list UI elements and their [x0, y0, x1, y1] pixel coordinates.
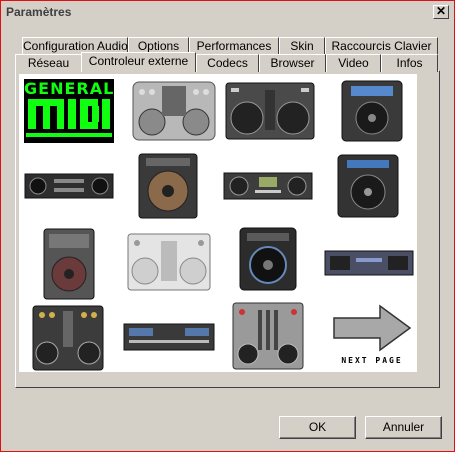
controller-6[interactable]: [223, 172, 313, 200]
tab-raccourcis-clavier[interactable]: Raccourcis Clavier: [325, 37, 438, 55]
cancel-button[interactable]: Annuler: [365, 416, 442, 439]
tab-label: Browser: [270, 56, 315, 70]
next-page-label: NEXT PAGE: [341, 356, 403, 365]
close-icon: ✕: [435, 4, 447, 18]
tab-infos[interactable]: Infos: [381, 54, 438, 72]
tab-performances[interactable]: Performances: [189, 37, 279, 55]
tab-label: Raccourcis Clavier: [331, 39, 432, 53]
ok-button[interactable]: OK: [279, 416, 356, 439]
controller-10[interactable]: [239, 227, 297, 291]
controller-1[interactable]: [132, 80, 216, 142]
tab-video[interactable]: Video: [326, 54, 381, 72]
close-button[interactable]: ✕: [433, 5, 449, 19]
controller-3[interactable]: [341, 80, 403, 142]
arrow-right-icon: [333, 304, 412, 352]
controller-8[interactable]: [43, 228, 95, 300]
controller-2[interactable]: [225, 82, 315, 140]
controller-9[interactable]: [127, 233, 211, 291]
tab-label: Skin: [290, 39, 314, 53]
controller-11[interactable]: [324, 250, 414, 276]
controller-7[interactable]: [337, 154, 399, 218]
tab-label: Infos: [396, 56, 423, 70]
controller-14[interactable]: [232, 302, 304, 370]
tab-label: Performances: [196, 39, 272, 53]
tab-codecs[interactable]: Codecs: [196, 54, 259, 72]
window-title: Paramètres: [6, 5, 72, 19]
tab-label: Controleur externe: [88, 54, 189, 68]
tab-reseau[interactable]: Réseau: [15, 54, 82, 72]
tab-label: Options: [137, 39, 180, 53]
tab-label: Video: [338, 56, 369, 70]
title-bar: Paramètres ✕: [2, 2, 453, 22]
tab-skin[interactable]: Skin: [279, 37, 325, 55]
tab-label: Codecs: [207, 56, 248, 70]
controller-4[interactable]: [24, 173, 114, 199]
tab-label: Configuration Audio: [23, 39, 128, 53]
tab-label: Réseau: [27, 56, 70, 70]
controller-gallery: GENERAL NEXT PAGE: [19, 74, 417, 372]
general-midi-logo[interactable]: GENERAL: [24, 79, 114, 143]
next-page-button[interactable]: NEXT PAGE: [332, 304, 412, 368]
midi-logo-graphic: [24, 95, 114, 143]
controller-13[interactable]: [123, 323, 215, 351]
tab-browser[interactable]: Browser: [259, 54, 326, 72]
controller-12[interactable]: [32, 305, 104, 371]
settings-window: Paramètres ✕ Configuration Audio Options…: [0, 0, 455, 452]
controller-5[interactable]: [138, 153, 198, 219]
tab-controleur-externe[interactable]: Controleur externe: [81, 52, 196, 72]
